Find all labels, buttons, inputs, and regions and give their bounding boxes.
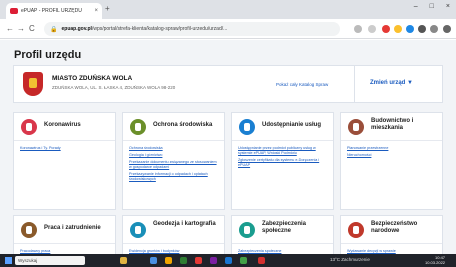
url-field[interactable]: 🔒 epuap.gov.pl/wps/portal/strefa-klienta… [44,22,340,36]
extensions-puzzle-icon[interactable] [418,25,426,33]
card-title: Koronawirus [44,122,81,128]
card-links: Udostępnianie przez podmiot publiczny us… [238,146,328,170]
card-header[interactable]: Praca i zatrudnienie [14,216,115,244]
card-title: Budownictwo i mieszkania [371,118,414,131]
menu-icon[interactable] [443,25,451,33]
card-header[interactable]: Koronawirus [14,113,115,141]
app-icon[interactable] [210,257,217,264]
new-tab-button[interactable]: + [105,4,110,13]
address-bar: ← → C 🔒 epuap.gov.pl/wps/portal/strefa-k… [0,19,456,39]
extension-icon[interactable] [406,25,414,33]
app-icon[interactable] [240,257,247,264]
card-link[interactable]: Przekazywanie informacji o odpadach i op… [129,172,219,182]
close-tab-icon[interactable]: × [94,8,98,14]
card-title: Zabezpieczenia społeczne [262,221,307,234]
card-links: Koronawirus i Ty. Porady [20,146,110,153]
divider [354,66,355,102]
virus-icon [21,119,37,135]
page-title: Profil urzędu [14,49,82,61]
browser-tab[interactable]: ePUAP - PROFIL URZĘDU × [6,3,102,19]
category-card-ochrona-srodowiska: Ochrona środowiska Ochrona środowiska Ge… [122,112,225,210]
file-explorer-icon[interactable] [150,257,157,264]
catalog-link[interactable]: Pokaż cały Katalog Spraw [276,82,328,87]
url-domain: epuap.gov.pl [61,26,92,32]
card-header[interactable]: Ochrona środowiska [123,113,224,141]
card-link[interactable]: Ochrona środowiska [129,146,219,151]
card-link[interactable]: Przekazanie dokumentu związanego ze stos… [129,160,219,170]
bookmark-icon[interactable] [368,25,376,33]
forward-button[interactable]: → [17,24,25,33]
card-title: Praca i zatrudnienie [44,225,101,231]
url-text: epuap.gov.pl/wps/portal/strefa-klienta/k… [61,26,227,32]
taskbar-search[interactable]: Wyszukaj [15,256,85,265]
card-link[interactable]: Zgłoszenie certyfikatu dla systemu e-Dor… [238,158,328,168]
card-links: Planowanie przestrzenne Nieruchomości [347,146,437,160]
card-link[interactable]: Koronawirus i Ty. Porady [20,146,110,151]
url-path: /wps/portal/strefa-klienta/katalog-spraw… [91,26,228,32]
office-name: MIASTO ZDUŃSKA WOLA [52,75,133,82]
card-header[interactable]: Geodezja i kartografia [123,216,224,244]
hands-icon [239,222,255,238]
coat-of-arms-icon [23,72,43,96]
card-title: Geodezja i kartografia [153,221,216,227]
pdf-app-icon[interactable] [258,257,265,264]
extension-icon[interactable] [382,25,390,33]
card-title: Udostępnianie usług [262,122,322,128]
windows-start-icon[interactable] [5,257,12,264]
leaf-icon [130,119,146,135]
favicon-icon [10,8,18,14]
app-icon[interactable] [225,257,232,264]
taskbar: Wyszukaj 13°C Zachmurzenie 10:47 10.03.2… [0,254,456,267]
card-link[interactable]: Planowanie przestrzenne [347,146,437,151]
weather-tray[interactable]: 13°C Zachmurzenie [330,257,370,262]
page-content: Profil urzędu MIASTO ZDUŃSKA WOLA ZDUŃSK… [0,40,456,265]
close-window-button[interactable]: × [446,3,450,10]
maximize-button[interactable]: □ [430,3,434,10]
clock[interactable]: 10:47 10.03.2022 [425,255,445,265]
share-icon[interactable] [354,25,362,33]
category-card-koronawirus: Koronawirus Koronawirus i Ty. Porady [13,112,116,210]
lock-icon: 🔒 [50,26,58,33]
card-title: Ochrona środowiska [153,122,213,128]
browser-tab-bar: ePUAP - PROFIL URZĘDU × + – □ × [0,0,456,19]
category-card-udostepnianie-uslug: Udostępnianie usług Udostępnianie przez … [231,112,334,210]
phone-icon [239,119,255,135]
building-icon [348,119,364,135]
card-link[interactable]: Geologia i górnictwo [129,153,219,158]
globe-icon [130,222,146,238]
clock-date: 10.03.2022 [425,260,446,265]
app-icon[interactable] [180,257,187,264]
card-header[interactable]: Zabezpieczenia społeczne [232,216,333,244]
change-office-button[interactable]: Zmień urząd ▼ [370,80,413,86]
card-link[interactable]: Udostępnianie przez podmiot publiczny us… [238,146,328,156]
office-header: MIASTO ZDUŃSKA WOLA ZDUŃSKA WOLA, UL. S.… [13,65,443,103]
tab-title: ePUAP - PROFIL URZĘDU [21,8,82,14]
weather-widget-icon[interactable] [120,257,127,264]
briefcase-icon [21,222,37,238]
search-placeholder: Wyszukaj [18,258,38,263]
card-header[interactable]: Bezpieczeństwo narodowe [341,216,442,244]
card-link[interactable]: Nieruchomości [347,153,437,158]
reload-button[interactable]: C [29,24,35,33]
card-header[interactable]: Budownictwo i mieszkania [341,113,442,141]
minimize-button[interactable]: – [414,3,418,10]
chrome-icon[interactable] [195,257,202,264]
back-button[interactable]: ← [6,24,14,33]
extension-icon[interactable] [394,25,402,33]
card-links: Ochrona środowiska Geologia i górnictwo … [129,146,219,184]
card-header[interactable]: Udostępnianie usług [232,113,333,141]
category-card-budownictwo: Budownictwo i mieszkania Planowanie prze… [340,112,443,210]
shield-icon [348,222,364,238]
profile-avatar[interactable] [430,25,438,33]
folder-icon[interactable] [165,257,172,264]
card-title: Bezpieczeństwo narodowe [371,221,418,234]
office-address: ZDUŃSKA WOLA, UL. S. ŁASKA 4, ZDUŃSKA WO… [52,85,176,90]
window-controls: – □ × [414,3,450,10]
